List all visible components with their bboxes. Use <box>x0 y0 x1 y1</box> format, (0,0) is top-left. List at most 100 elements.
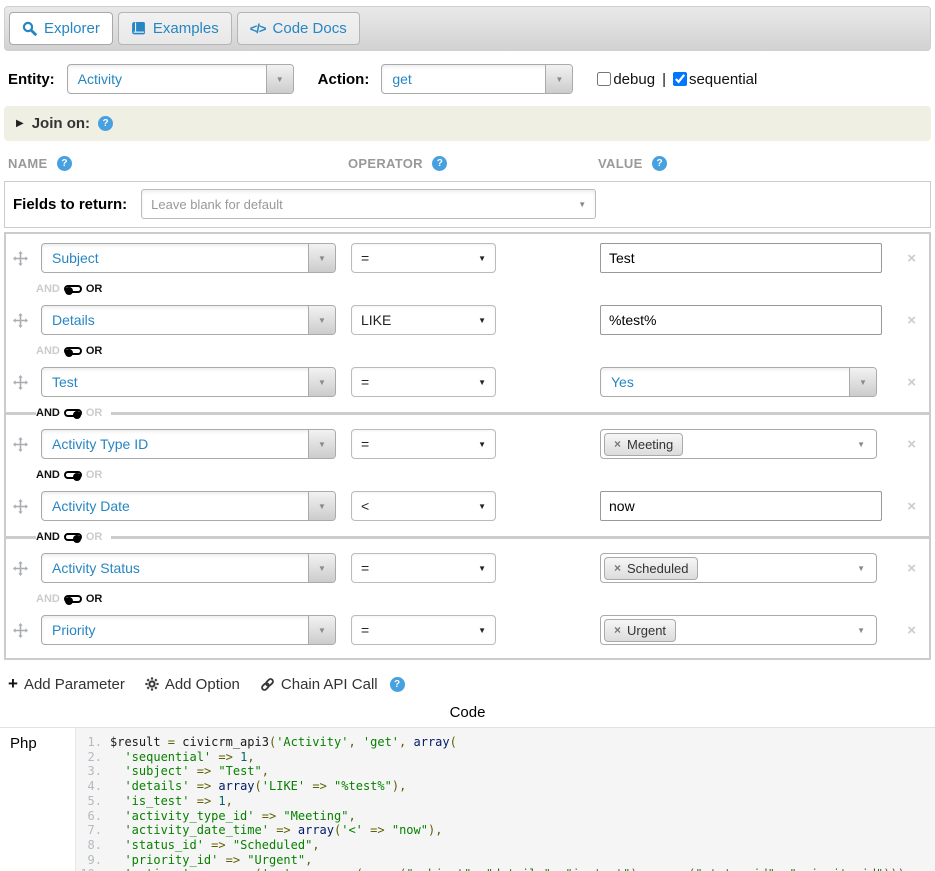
remove-row-button[interactable]: × <box>907 312 916 329</box>
chevron-down-icon: ▼ <box>308 430 335 458</box>
and-or-toggle[interactable] <box>64 595 82 603</box>
and-or-toggle[interactable] <box>64 409 82 417</box>
add-parameter-button[interactable]: + Add Parameter <box>8 674 125 694</box>
tab-code-docs[interactable]: </> Code Docs <box>237 12 360 45</box>
parameter-row: Test▼ =▼ Yes▼ × <box>6 367 929 397</box>
false: Test <box>52 374 78 390</box>
sequential-checkbox[interactable] <box>673 72 687 86</box>
help-icon[interactable]: ? <box>652 156 667 171</box>
operator-select[interactable]: =▼ <box>351 367 496 397</box>
and-or-toggle[interactable] <box>64 471 82 479</box>
value-input[interactable] <box>600 491 882 521</box>
joiner-inner: AND OR <box>36 281 102 297</box>
code-line: 7. 'activity_date_time' => array('<' => … <box>76 823 935 838</box>
chain-api-call-button[interactable]: Chain API Call <box>260 676 378 693</box>
help-icon[interactable]: ? <box>432 156 447 171</box>
chevron-down-icon: ▼ <box>857 440 865 449</box>
field-name-dropdown[interactable]: Priority▼ <box>41 615 336 645</box>
clause-joiner: AND OR <box>36 281 929 297</box>
tab-label: Code Docs <box>273 20 347 37</box>
join-on-section[interactable]: ▶ Join on: ? <box>4 106 931 141</box>
tab-bar: Explorer Examples </> Code Docs <box>4 6 931 51</box>
remove-row-button[interactable]: × <box>907 622 916 639</box>
joiner-inner: ANDOR <box>36 591 102 607</box>
field-name-dropdown[interactable]: Details▼ <box>41 305 336 335</box>
value-input[interactable] <box>600 243 882 273</box>
operator-select[interactable]: =▼ <box>351 243 496 273</box>
field-name-dropdown[interactable]: Activity Date▼ <box>41 491 336 521</box>
debug-checkbox[interactable] <box>597 72 611 86</box>
line-number: 8. <box>76 838 110 853</box>
caret-down-icon: ▼ <box>478 254 486 263</box>
operator-select[interactable]: <▼ <box>351 491 496 521</box>
and-label: AND <box>36 283 60 295</box>
drag-handle-icon[interactable] <box>13 623 29 638</box>
operator-select[interactable]: =▼ <box>351 553 496 583</box>
field-name-dropdown[interactable]: Subject▼ <box>41 243 336 273</box>
and-or-toggle[interactable] <box>64 533 82 541</box>
drag-handle-icon[interactable] <box>13 561 29 576</box>
value-column-header: VALUE <box>598 156 643 171</box>
entity-label: Entity: <box>8 71 55 88</box>
and-or-toggle[interactable] <box>64 347 82 355</box>
column-headers: NAME ? OPERATOR ? VALUE ? <box>8 155 927 173</box>
remove-row-button[interactable]: × <box>907 436 916 453</box>
line-number: 7. <box>76 823 110 838</box>
field-name-dropdown[interactable]: Activity Status▼ <box>41 553 336 583</box>
code-line: 3. 'subject' => "Test", <box>76 764 935 779</box>
value-input[interactable] <box>600 305 882 335</box>
remove-tag-icon[interactable]: × <box>614 623 621 637</box>
field-name-dropdown[interactable]: Activity Type ID▼ <box>41 429 336 459</box>
action-value: get <box>392 71 411 87</box>
sequential-checkbox-label[interactable]: sequential <box>673 71 757 88</box>
entity-dropdown[interactable]: Activity ▼ <box>67 64 294 94</box>
add-option-button[interactable]: Add Option <box>145 676 240 693</box>
tab-examples[interactable]: Examples <box>118 12 232 45</box>
value-multiselect[interactable]: ×Meeting▼ <box>600 429 877 459</box>
clause-joiner: ANDOR <box>36 467 929 483</box>
code-language-tab[interactable]: Php <box>0 728 75 871</box>
code-text: 'activity_type_id' => "Meeting", <box>110 809 356 824</box>
add-option-label: Add Option <box>165 676 240 693</box>
action-dropdown[interactable]: get ▼ <box>381 64 573 94</box>
fields-to-return-input[interactable] <box>141 189 596 219</box>
debug-checkbox-label[interactable]: debug <box>597 71 655 88</box>
field-name-dropdown[interactable]: Test▼ <box>41 367 336 397</box>
remove-tag-icon[interactable]: × <box>614 561 621 575</box>
chevron-down-icon: ▼ <box>308 244 335 272</box>
help-icon[interactable]: ? <box>390 677 405 692</box>
operator-value: = <box>361 374 369 390</box>
code-text: 'priority_id' => "Urgent", <box>110 853 312 868</box>
or-label: OR <box>86 531 103 543</box>
value-multiselect[interactable]: ×Scheduled▼ <box>600 553 877 583</box>
joiner-inner: ANDOR <box>36 529 111 545</box>
and-or-toggle[interactable] <box>64 285 82 293</box>
drag-handle-icon[interactable] <box>13 313 29 328</box>
remove-tag-icon[interactable]: × <box>614 437 621 451</box>
remove-row-button[interactable]: × <box>907 498 916 515</box>
remove-row-button[interactable]: × <box>907 250 916 267</box>
value-dropdown[interactable]: Yes▼ <box>600 367 877 397</box>
help-icon[interactable]: ? <box>57 156 72 171</box>
remove-row-button[interactable]: × <box>907 374 916 391</box>
gear-icon <box>145 677 159 691</box>
help-icon[interactable]: ? <box>98 116 113 131</box>
operator-select[interactable]: LIKE▼ <box>351 305 496 335</box>
operator-select[interactable]: =▼ <box>351 429 496 459</box>
or-label: OR <box>86 283 103 295</box>
operator-select[interactable]: =▼ <box>351 615 496 645</box>
collapsed-triangle-icon: ▶ <box>16 118 24 129</box>
line-number: 10. <box>76 867 110 871</box>
value-multiselect[interactable]: ×Urgent▼ <box>600 615 877 645</box>
drag-handle-icon[interactable] <box>13 251 29 266</box>
drag-handle-icon[interactable] <box>13 437 29 452</box>
joiner-inner: ANDOR <box>36 405 111 421</box>
tab-explorer[interactable]: Explorer <box>9 12 113 45</box>
sequential-text: sequential <box>689 71 757 88</box>
drag-handle-icon[interactable] <box>13 499 29 514</box>
drag-handle-icon[interactable] <box>13 375 29 390</box>
code-text: 'subject' => "Test", <box>110 764 269 779</box>
code-line: 9. 'priority_id' => "Urgent", <box>76 853 935 868</box>
tag-label: Urgent <box>627 623 666 638</box>
remove-row-button[interactable]: × <box>907 560 916 577</box>
